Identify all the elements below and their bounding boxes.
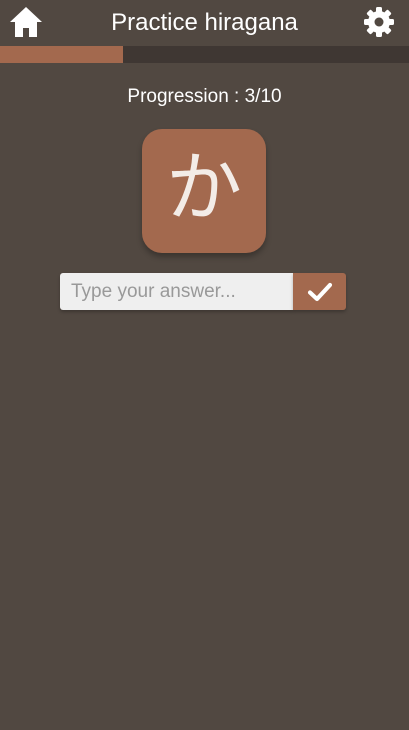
gear-icon [364,7,394,37]
submit-answer-button[interactable] [293,273,346,310]
progression-label: Progression : 3/10 [127,86,282,107]
progress-bar [0,46,409,63]
progress-bar-fill [0,46,123,63]
answer-input[interactable] [60,273,293,310]
kana-card: か [142,129,266,253]
checkmark-icon [307,282,332,301]
page-title: Practice hiragana [111,9,298,36]
settings-button[interactable] [362,5,396,39]
kana-character: か [166,143,242,232]
app-header: Practice hiragana [0,0,409,46]
